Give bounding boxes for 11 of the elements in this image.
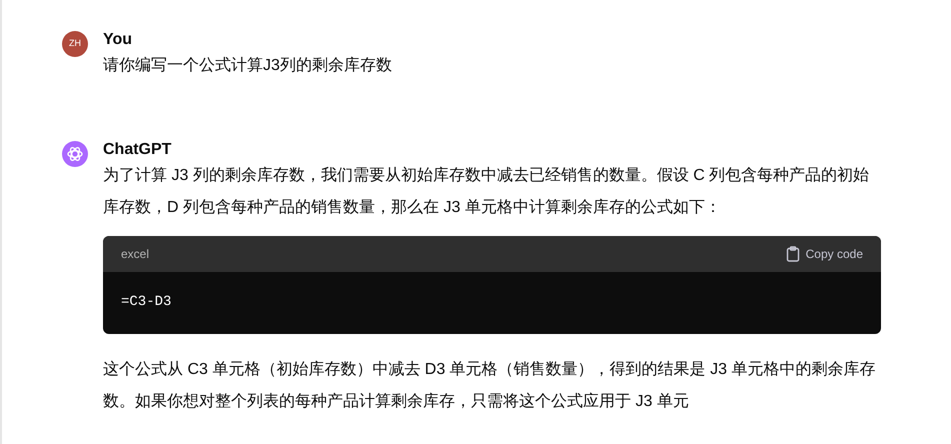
message-text: 请你编写一个公式计算J3列的剩余库存数 [103, 56, 392, 76]
author-name: ChatGPT [103, 140, 172, 160]
message-paragraph: 为了计算 J3 列的剩余库存数，我们需要从初始库存数中减去已经销售的数量。假设 C 列包含每种产品的初始库存数，D 列包含每种产品的销售数量，那么在 J3 单元格中计算剩余库存的公式如下： [103, 166, 870, 218]
copy-code-button[interactable]: Copy code [786, 245, 863, 263]
user-avatar: ZH [62, 31, 88, 57]
code-language: excel [121, 246, 150, 263]
author-name: You [103, 30, 134, 50]
message-paragraph: 这个公式从 C3 单元格（初始库存数）中减去 D3 单元格（销售数量），得到的结果是 J3 单元格中的剩余库存数。如果你想对整个列表的每种产品计算剩余库存，只需将这个公式应用于 J3 单元 [103, 360, 876, 412]
clipboard-icon [786, 246, 800, 262]
assistant-avatar-icon [62, 141, 88, 167]
code-text: =C3-D3 [120, 293, 172, 312]
